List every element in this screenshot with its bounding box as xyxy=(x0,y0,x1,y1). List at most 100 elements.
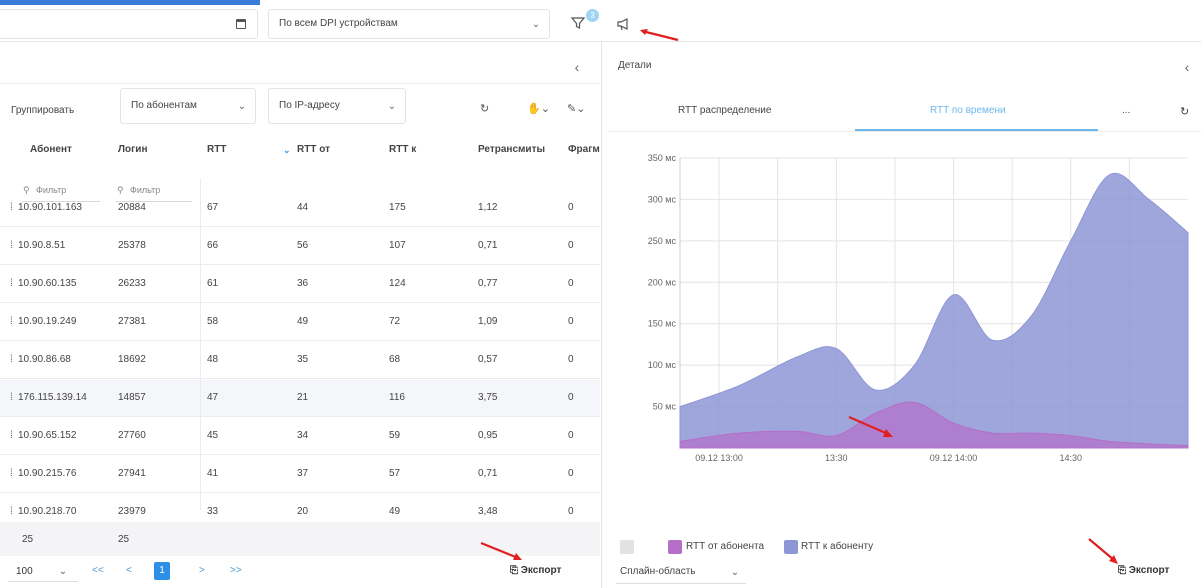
cell-ip: 10.90.19.249 xyxy=(18,316,77,327)
cell-rtt-from: 36 xyxy=(297,278,309,289)
column-header[interactable]: RTT от xyxy=(297,144,330,155)
current-page-button[interactable]: 1 xyxy=(154,562,170,580)
y-tick-label: 200 мс xyxy=(648,277,677,287)
cell-rtt-from: 35 xyxy=(297,354,309,365)
cell-rtt-from: 20 xyxy=(297,506,309,517)
y-tick-label: 100 мс xyxy=(648,360,677,370)
column-header[interactable]: Логин xyxy=(118,144,147,155)
table-row[interactable]: ⁞ 10.90.8.51 25378 66 56 107 0,71 0 xyxy=(0,228,600,265)
group-by-subscriber-value: По абонентам xyxy=(131,100,197,111)
filter-count-badge: 3 xyxy=(586,9,599,22)
table-row[interactable]: ⁞ 10.90.60.135 26233 61 36 124 0,77 0 xyxy=(0,266,600,303)
next-page-button[interactable]: > xyxy=(199,565,205,576)
cell-ip: 10.90.101.163 xyxy=(18,202,82,213)
y-tick-label: 150 мс xyxy=(648,319,677,329)
cell-login: 27941 xyxy=(118,468,146,479)
drag-handle-icon[interactable]: ⁞ xyxy=(10,430,13,441)
column-header[interactable]: RTT xyxy=(207,144,226,155)
group-by-row: Группировать По абонентам ⌄ По IP-адресу… xyxy=(0,88,600,134)
chart-type-select[interactable]: Сплайн-область ⌄ xyxy=(616,562,746,584)
dpi-device-select-value: По всем DPI устройствам xyxy=(279,18,398,29)
legend-label[interactable]: RTT от абонента xyxy=(686,541,764,552)
table-row[interactable]: ⁞ 10.90.19.249 27381 58 49 72 1,09 0 xyxy=(0,304,600,341)
x-tick-label: 14:30 xyxy=(1060,453,1083,463)
more-tabs-button[interactable]: ... xyxy=(1122,105,1130,116)
column-header[interactable]: RTT к xyxy=(389,144,416,155)
tab-rtt-distribution[interactable]: RTT распределение xyxy=(678,105,771,116)
drag-handle-icon[interactable]: ⁞ xyxy=(10,278,13,289)
group-by-subscriber-select[interactable]: По абонентам ⌄ xyxy=(120,88,256,124)
chevron-down-icon: ⌄ xyxy=(531,19,541,30)
export-button[interactable]: ⎘ Экспорт xyxy=(510,565,561,576)
refresh-icon[interactable]: ↻ xyxy=(480,102,489,115)
table-row[interactable]: ⁞ 10.90.65.152 27760 45 34 59 0,95 0 xyxy=(0,418,600,455)
legend-swatch[interactable] xyxy=(784,540,798,554)
date-range-input[interactable] xyxy=(0,9,258,39)
cell-rtt-to: 49 xyxy=(389,506,401,517)
cell-rtt-from: 49 xyxy=(297,316,309,327)
column-header[interactable]: Абонент xyxy=(30,144,72,155)
filter-icon[interactable] xyxy=(571,16,585,30)
table-row[interactable]: ⁞ 10.90.215.76 27941 41 37 57 0,71 0 xyxy=(0,456,600,493)
x-tick-label: 09.12 13:00 xyxy=(695,453,743,463)
megaphone-icon[interactable] xyxy=(616,17,632,31)
brush-icon[interactable]: ✎⌄ xyxy=(567,102,585,115)
y-tick-label: 50 мс xyxy=(653,402,677,412)
x-tick-label: 13:30 xyxy=(825,453,848,463)
column-divider xyxy=(200,178,201,510)
table-row[interactable]: ⁞ 10.90.101.163 20884 67 44 175 1,12 0 xyxy=(0,190,600,227)
pagination: 100 ⌄ << < 1 > >> ⎘ Экспорт xyxy=(0,560,600,588)
drag-handle-icon[interactable]: ⁞ xyxy=(10,202,13,213)
cell-ip: 10.90.65.152 xyxy=(18,430,77,441)
legend-swatch[interactable] xyxy=(668,540,682,554)
cell-ip: 10.90.86.68 xyxy=(18,354,71,365)
cell-retrans: 0,77 xyxy=(478,278,498,289)
cell-login: 23979 xyxy=(118,506,146,517)
first-page-button[interactable]: << xyxy=(92,565,104,576)
cell-rtt: 67 xyxy=(207,202,219,213)
drag-handle-icon[interactable]: ⁞ xyxy=(10,392,13,403)
collapse-right-icon[interactable]: ‹ xyxy=(1180,60,1194,74)
legend-toggle-all[interactable] xyxy=(620,540,634,554)
total-logins: 25 xyxy=(118,534,130,545)
column-header[interactable]: Фрагм xyxy=(568,144,600,155)
left-panel: ‹ Группировать По абонентам ⌄ По IP-адре… xyxy=(0,48,600,588)
table-header: Абонент Логин RTT ⌄ RTT от RTT к Ретранс… xyxy=(0,144,600,166)
cell-rtt: 41 xyxy=(207,468,219,479)
cell-login: 14857 xyxy=(118,392,146,403)
dpi-device-select[interactable]: По всем DPI устройствам ⌄ xyxy=(268,9,550,39)
cell-rtt-from: 21 xyxy=(297,392,309,403)
cell-rtt-to: 72 xyxy=(389,316,401,327)
cell-rtt-to: 59 xyxy=(389,430,401,441)
drag-handle-icon[interactable]: ⁞ xyxy=(10,506,13,517)
cell-retrans: 0,95 xyxy=(478,430,498,441)
panel-splitter[interactable] xyxy=(601,42,607,588)
cell-frag: 0 xyxy=(568,202,574,213)
cell-retrans: 0,71 xyxy=(478,240,498,251)
cell-frag: 0 xyxy=(568,430,574,441)
table-row[interactable]: ⁞ 10.90.86.68 18692 48 35 68 0,57 0 xyxy=(0,342,600,379)
hand-icon[interactable]: ✋⌄ xyxy=(527,102,550,115)
sort-desc-icon[interactable]: ⌄ xyxy=(283,145,291,156)
calendar-icon[interactable] xyxy=(236,19,246,29)
rtt-area-chart: 50 мс 100 мс 150 мс 200 мс 250 мс 300 мс 350 м… xyxy=(648,153,1189,463)
drag-handle-icon[interactable]: ⁞ xyxy=(10,468,13,479)
table-row[interactable]: ⁞ 176.115.139.14 14857 47 21 116 3,75 0 xyxy=(0,380,600,417)
column-header[interactable]: Ретрансмиты xyxy=(478,144,545,155)
cell-rtt-from: 56 xyxy=(297,240,309,251)
cell-retrans: 1,12 xyxy=(478,202,498,213)
export-button[interactable]: ⎘ Экспорт xyxy=(1118,565,1169,576)
legend-label[interactable]: RTT к абоненту xyxy=(801,541,873,552)
refresh-icon[interactable]: ↻ xyxy=(1180,105,1189,118)
page-size-select[interactable]: 100 ⌄ xyxy=(8,562,78,582)
drag-handle-icon[interactable]: ⁞ xyxy=(10,240,13,251)
cell-ip: 10.90.60.135 xyxy=(18,278,77,289)
cell-rtt-to: 68 xyxy=(389,354,401,365)
tab-rtt-over-time[interactable]: RTT по времени xyxy=(930,105,1006,116)
drag-handle-icon[interactable]: ⁞ xyxy=(10,316,13,327)
drag-handle-icon[interactable]: ⁞ xyxy=(10,354,13,365)
collapse-left-icon[interactable]: ‹ xyxy=(570,60,584,74)
last-page-button[interactable]: >> xyxy=(230,565,242,576)
group-by-ip-select[interactable]: По IP-адресу ⌄ xyxy=(268,88,406,124)
prev-page-button[interactable]: < xyxy=(126,565,132,576)
